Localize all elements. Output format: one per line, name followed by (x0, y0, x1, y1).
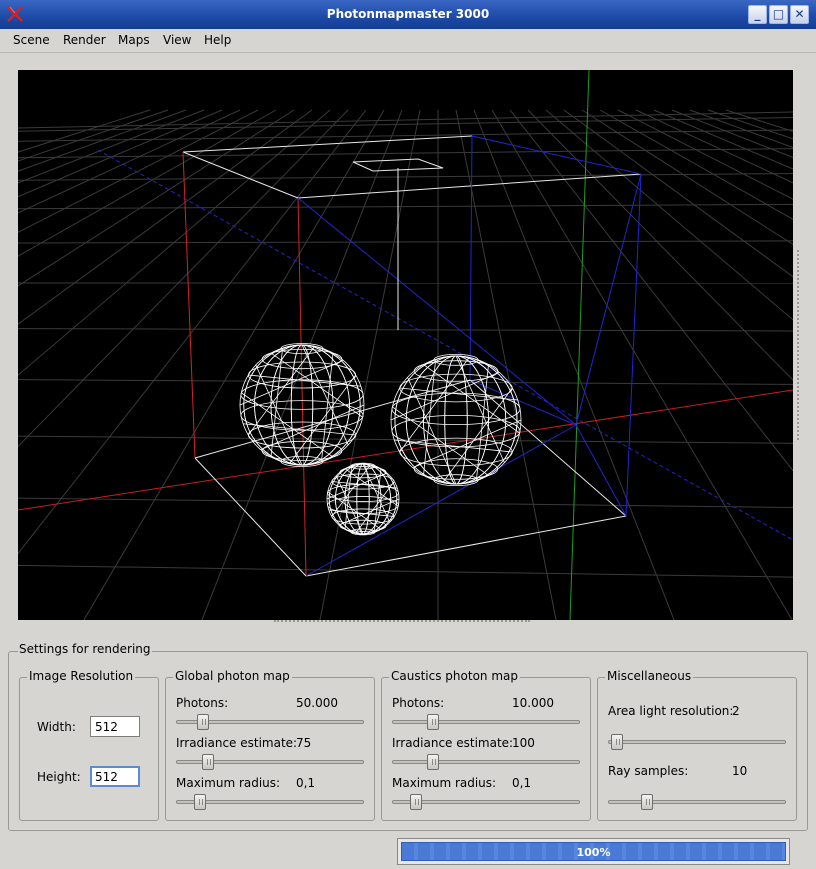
grid-line (18, 109, 205, 184)
grid-line (18, 203, 793, 210)
area-light-resolution-label: Area light resolution: (608, 704, 734, 718)
grid-line (653, 109, 793, 170)
grid-line (635, 109, 793, 184)
global-irradiance-value: 75 (296, 736, 312, 750)
slider-thumb[interactable] (202, 754, 214, 770)
slider-thumb[interactable] (611, 734, 623, 750)
grid-line (473, 109, 675, 620)
window-title: Photonmapmaster 3000 (326, 7, 490, 21)
slider-thumb[interactable] (194, 794, 206, 810)
global-irradiance-label: Irradiance estimate: (176, 736, 298, 750)
grid-line (18, 328, 793, 332)
progress-text: 100% (576, 846, 611, 859)
ray-samples-slider[interactable] (608, 794, 786, 810)
grid-line (491, 109, 793, 620)
render-viewport[interactable] (18, 70, 793, 620)
title-bar: Photonmapmaster 3000 _ □ ✕ (0, 0, 816, 29)
slider-thumb[interactable] (427, 754, 439, 770)
grid-line (509, 109, 793, 472)
global-radius-value: 0,1 (296, 776, 316, 790)
x-axis-line (18, 389, 793, 511)
sphere-mesh (390, 353, 522, 487)
slider-thumb[interactable] (410, 794, 422, 810)
ray-samples-label: Ray samples: (608, 764, 689, 778)
minimize-button[interactable]: _ (748, 5, 767, 24)
grid-line (599, 109, 793, 220)
y-axis-line (569, 70, 590, 620)
sphere-mesh (326, 462, 400, 536)
grid-line (18, 435, 793, 444)
caustics-photons-label: Photons: (392, 696, 445, 710)
scene-wireframe (18, 70, 793, 620)
grid-line (18, 109, 295, 287)
caustics-irradiance-value: 100 (512, 736, 535, 750)
grid-line (18, 109, 367, 555)
grid-line (18, 173, 793, 181)
grid-line (18, 240, 793, 244)
image-resolution-title: Image Resolution (27, 669, 136, 683)
grid-line (201, 109, 403, 620)
grid-line (18, 497, 793, 509)
menu-help[interactable]: Help (204, 33, 231, 47)
render-progress-bar: 100% (397, 838, 790, 865)
global-photons-label: Photons: (176, 696, 229, 710)
slider-thumb[interactable] (197, 714, 209, 730)
grid-line (563, 109, 793, 278)
image-resolution-group (19, 677, 159, 821)
menu-scene[interactable]: Scene (13, 33, 50, 47)
menu-view[interactable]: View (163, 33, 191, 47)
grid-line (18, 109, 349, 448)
caustics-irradiance-label: Irradiance estimate: (392, 736, 514, 750)
area-light-resolution-value: 2 (732, 704, 740, 718)
width-field[interactable] (90, 716, 140, 737)
caustics-photons-slider[interactable] (392, 714, 580, 730)
progress-fill: 100% (401, 842, 786, 861)
global-photons-slider[interactable] (176, 714, 364, 730)
menu-render[interactable]: Render (63, 33, 106, 47)
grid-line (18, 109, 277, 257)
grid-line (18, 109, 259, 233)
miscellaneous-title: Miscellaneous (605, 669, 694, 683)
global-irradiance-slider[interactable] (176, 754, 364, 770)
caustics-radius-value: 0,1 (512, 776, 532, 790)
global-photon-map-title: Global photon map (173, 669, 292, 683)
settings-title: Settings for rendering (18, 642, 152, 656)
global-radius-slider[interactable] (176, 794, 364, 810)
caustics-photon-map-title: Caustics photon map (389, 669, 520, 683)
slider-thumb[interactable] (641, 794, 653, 810)
caustics-radius-slider[interactable] (392, 794, 580, 810)
vertical-splitter-handle[interactable] (797, 250, 801, 440)
maximize-button[interactable]: □ (769, 5, 788, 24)
area-light-resolution-slider[interactable] (608, 734, 786, 750)
grid-line (18, 109, 151, 153)
grid-line (18, 109, 169, 162)
slider-thumb[interactable] (427, 714, 439, 730)
global-radius-label: Maximum radius: (176, 776, 281, 790)
menu-maps[interactable]: Maps (118, 33, 150, 47)
ray-samples-value: 10 (732, 764, 748, 778)
horizontal-splitter-handle[interactable] (274, 620, 530, 624)
height-label: Height: (37, 770, 81, 784)
cornell-box (182, 135, 642, 577)
global-photons-value: 50.000 (296, 696, 338, 710)
width-label: Width: (37, 720, 76, 734)
grid-line (707, 109, 793, 140)
grid-line (18, 564, 793, 578)
caustics-radius-label: Maximum radius: (392, 776, 497, 790)
grid-line (671, 109, 793, 158)
caustics-photons-value: 10.000 (512, 696, 554, 710)
height-field[interactable] (90, 766, 140, 787)
grid-line (527, 109, 793, 381)
close-button[interactable]: ✕ (790, 5, 809, 24)
caustics-irradiance-slider[interactable] (392, 754, 580, 770)
menu-bar: Scene Render Maps View Help (0, 29, 816, 53)
ground-grid (18, 109, 793, 620)
grid-line (581, 109, 793, 246)
